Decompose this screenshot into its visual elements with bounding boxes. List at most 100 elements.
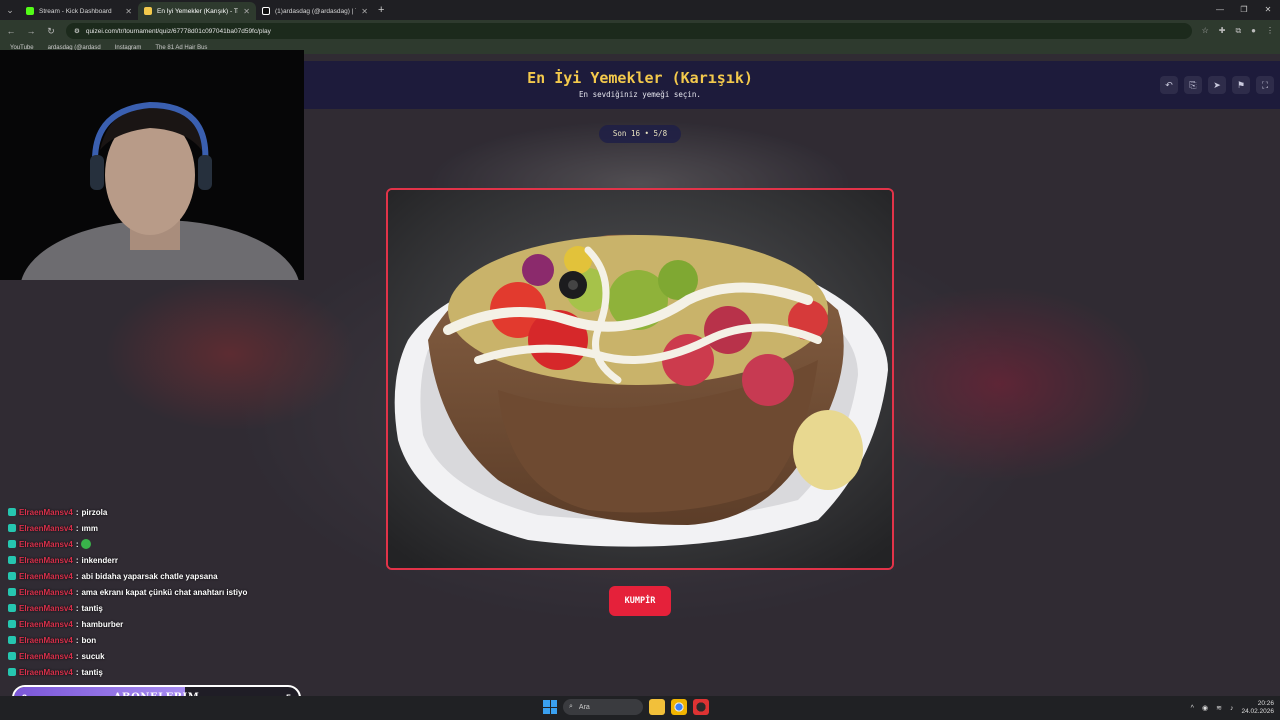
wifi-icon[interactable]: ≋	[1216, 704, 1222, 712]
network-icon[interactable]: ◉	[1202, 704, 1208, 712]
search-icon: ⌕	[569, 703, 573, 710]
chat-text: hamburber	[81, 619, 124, 629]
chat-text: tantiş	[81, 603, 103, 613]
clock-time: 20:26	[1257, 700, 1274, 707]
sub-badge-icon	[8, 620, 16, 628]
browser-toolbar: ← → ↻ ⚙ quizei.com/tr/tournament/quiz/67…	[0, 20, 1280, 42]
tab-kick-dashboard[interactable]: Stream - Kick Dashboard ✕	[20, 2, 138, 20]
taskbar-search-label: Ara	[578, 703, 590, 711]
sub-badge-icon	[8, 572, 16, 580]
puzzle-icon[interactable]: ⧉	[1235, 26, 1241, 36]
quiz-favicon-icon	[144, 7, 152, 15]
chat-text: abi bidaha yaparsak chatle yapsana	[81, 571, 218, 581]
chat-username: ElraenMansv4	[19, 603, 73, 613]
streamer-camera-image	[0, 50, 304, 280]
sub-badge-icon	[8, 652, 16, 660]
clock[interactable]: 20:26 24.02.2026	[1241, 700, 1274, 716]
sub-badge-icon	[8, 668, 16, 676]
chat-username: ElraenMansv4	[19, 651, 73, 661]
restore-icon[interactable]: ❐	[1232, 0, 1256, 20]
chat-message: ElraenMansv4: sucuk	[8, 648, 298, 664]
chat-message: ElraenMansv4: tantiş	[8, 600, 298, 616]
share-icon[interactable]: ⎘	[1184, 76, 1202, 94]
sub-badge-icon	[8, 508, 16, 516]
chat-message: ElraenMansv4: hamburber	[8, 616, 298, 632]
obs-icon[interactable]	[693, 699, 709, 715]
window-controls: — ❐ ✕	[1208, 0, 1280, 20]
chat-text: inkenderr	[81, 555, 118, 565]
undo-icon[interactable]: ↶	[1160, 76, 1178, 94]
minimize-icon[interactable]: —	[1208, 0, 1232, 20]
flag-icon[interactable]: ⚑	[1232, 76, 1250, 94]
close-window-icon[interactable]: ✕	[1256, 0, 1280, 20]
chat-message: ElraenMansv4: ama ekranı kapat çünkü chat…	[8, 584, 298, 600]
tab-title: (1)ardasdag (@ardasdag) | TikT	[275, 7, 356, 15]
sub-badge-icon	[8, 540, 16, 548]
tab-title: En İyi Yemekler (Karışık) - Tier l	[157, 7, 239, 15]
choice-button[interactable]: KUMPİR	[609, 586, 671, 616]
volume-icon[interactable]: ♪	[1230, 705, 1234, 712]
menu-icon[interactable]: ⋮	[1266, 26, 1274, 36]
chat-username: ElraenMansv4	[19, 667, 73, 677]
chat-username: ElraenMansv4	[19, 571, 73, 581]
chat-text: bon	[81, 635, 97, 645]
tiktok-favicon-icon	[262, 7, 270, 15]
taskbar-search[interactable]: ⌕ Ara	[563, 699, 643, 715]
chat-text: pirzola	[81, 507, 108, 517]
chat-text: tantiş	[81, 667, 103, 677]
chat-message: ElraenMansv4: tantiş	[8, 664, 298, 680]
browser-tab-bar: ⌄ Stream - Kick Dashboard ✕ En İyi Yemek…	[0, 0, 1280, 20]
system-tray: ^ ◉ ≋ ♪ 20:26 24.02.2026	[1191, 696, 1274, 720]
chat-username: ElraenMansv4	[19, 555, 73, 565]
tab-quiz[interactable]: En İyi Yemekler (Karışık) - Tier l ✕	[138, 2, 256, 20]
chat-username: ElraenMansv4	[19, 507, 73, 517]
sub-badge-icon	[8, 524, 16, 532]
sub-badge-icon	[8, 588, 16, 596]
sub-badge-icon	[8, 604, 16, 612]
chat-username: ElraenMansv4	[19, 619, 73, 629]
back-icon[interactable]: ←	[6, 26, 16, 36]
chat-username: ElraenMansv4	[19, 523, 73, 533]
tab-search-icon[interactable]: ⌄	[0, 0, 20, 20]
site-info-icon[interactable]: ⚙	[74, 27, 80, 35]
tab-tiktok[interactable]: (1)ardasdag (@ardasdag) | TikT ✕	[256, 2, 374, 20]
chat-message: ElraenMansv4: ımm	[8, 520, 298, 536]
chat-message: ElraenMansv4:	[8, 536, 298, 552]
os-taskbar: ⌕ Ara ^ ◉ ≋ ♪ 20:26 24.02.2026	[0, 696, 1280, 720]
chat-message: ElraenMansv4: bon	[8, 632, 298, 648]
profile-icon[interactable]: ●	[1251, 26, 1256, 36]
emote-icon	[81, 539, 92, 549]
forward-icon[interactable]: →	[26, 26, 36, 36]
chat-username: ElraenMansv4	[19, 539, 73, 549]
chat-text: ımm	[81, 523, 98, 533]
fullscreen-icon[interactable]: ⛶	[1256, 76, 1274, 94]
chat-message: ElraenMansv4: abi bidaha yaparsak chatle …	[8, 568, 298, 584]
choice-image-card[interactable]	[386, 188, 894, 570]
windows-start-icon[interactable]	[543, 700, 557, 714]
chat-overlay: ElraenMansv4: pirzola ElraenMansv4: ımm El…	[8, 504, 298, 680]
close-icon[interactable]: ✕	[125, 7, 132, 16]
bookmark-star-icon[interactable]: ☆	[1202, 26, 1209, 36]
kick-favicon-icon	[26, 7, 34, 15]
chat-username: ElraenMansv4	[19, 635, 73, 645]
chat-text: sucuk	[81, 651, 105, 661]
close-icon[interactable]: ✕	[361, 7, 368, 16]
extension-icon[interactable]: ✚	[1219, 26, 1226, 36]
sub-badge-icon	[8, 636, 16, 644]
chat-username: ElraenMansv4	[19, 587, 73, 597]
clock-date: 24.02.2026	[1241, 708, 1274, 715]
kumpir-image	[388, 190, 892, 568]
chevron-up-icon[interactable]: ^	[1191, 705, 1194, 712]
round-indicator: Son 16 • 5/8	[599, 125, 681, 143]
folder-icon[interactable]	[649, 699, 665, 715]
send-icon[interactable]: ➤	[1208, 76, 1226, 94]
tab-title: Stream - Kick Dashboard	[39, 7, 112, 15]
address-bar[interactable]: ⚙ quizei.com/tr/tournament/quiz/67778d01…	[66, 23, 1192, 39]
chrome-icon[interactable]	[671, 699, 687, 715]
chat-message: ElraenMansv4: inkenderr	[8, 552, 298, 568]
url-text: quizei.com/tr/tournament/quiz/67778d01c0…	[85, 27, 271, 35]
new-tab-icon[interactable]: +	[378, 4, 384, 16]
reload-icon[interactable]: ↻	[46, 26, 56, 37]
close-icon[interactable]: ✕	[243, 7, 250, 16]
chat-text: ama ekranı kapat çünkü chat anahtarı ist…	[81, 587, 248, 597]
